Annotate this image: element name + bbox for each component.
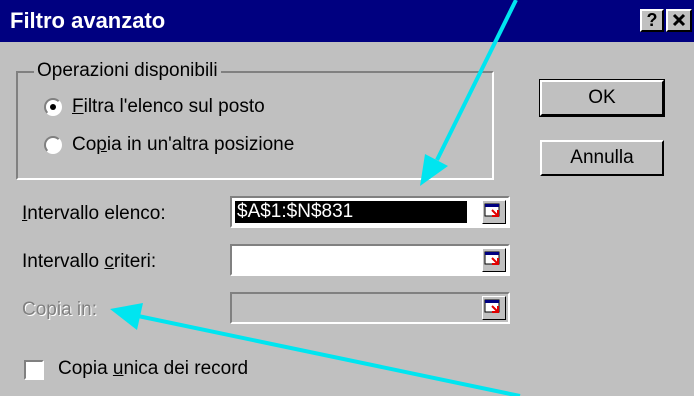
copy-to-input bbox=[230, 292, 510, 324]
list-range-collapse-button[interactable] bbox=[482, 200, 506, 224]
radio-button[interactable] bbox=[44, 98, 62, 116]
copy-to-collapse-button bbox=[482, 296, 506, 320]
ok-button[interactable]: OK bbox=[539, 79, 665, 117]
criteria-range-collapse-button[interactable] bbox=[482, 248, 506, 272]
list-range-label: Intervallo elenco: bbox=[22, 203, 166, 224]
radio-selected-dot bbox=[50, 104, 56, 110]
copy-to-label: Copia in: bbox=[22, 299, 97, 320]
radio-button[interactable] bbox=[44, 136, 62, 154]
close-button[interactable] bbox=[666, 9, 692, 32]
list-range-input[interactable]: $A$1:$N$831 bbox=[230, 196, 510, 228]
list-range-value: $A$1:$N$831 bbox=[235, 201, 467, 223]
unique-records-label: Copia unica dei record bbox=[58, 358, 249, 379]
close-icon bbox=[672, 13, 686, 27]
dialog-title: Filtro avanzato bbox=[10, 8, 166, 33]
unique-records-checkbox[interactable] bbox=[24, 360, 44, 380]
radio-filter-in-place-label: Filtra l'elenco sul posto bbox=[72, 96, 265, 117]
help-button[interactable]: ? bbox=[640, 9, 664, 32]
title-bar: Filtro avanzato ? bbox=[0, 0, 694, 42]
operations-group-legend: Operazioni disponibili bbox=[34, 60, 221, 82]
criteria-range-label: Intervallo criteri: bbox=[22, 251, 157, 272]
cancel-button[interactable]: Annulla bbox=[540, 140, 664, 176]
collapse-dialog-icon bbox=[484, 251, 500, 265]
collapse-dialog-icon bbox=[484, 203, 500, 217]
operations-group bbox=[16, 71, 494, 180]
advanced-filter-dialog: Filtro avanzato ? Operazioni disponibili… bbox=[0, 0, 694, 396]
radio-copy-elsewhere-label: Copia in un'altra posizione bbox=[72, 134, 295, 155]
criteria-range-input[interactable] bbox=[230, 244, 510, 276]
collapse-dialog-icon bbox=[484, 299, 500, 313]
